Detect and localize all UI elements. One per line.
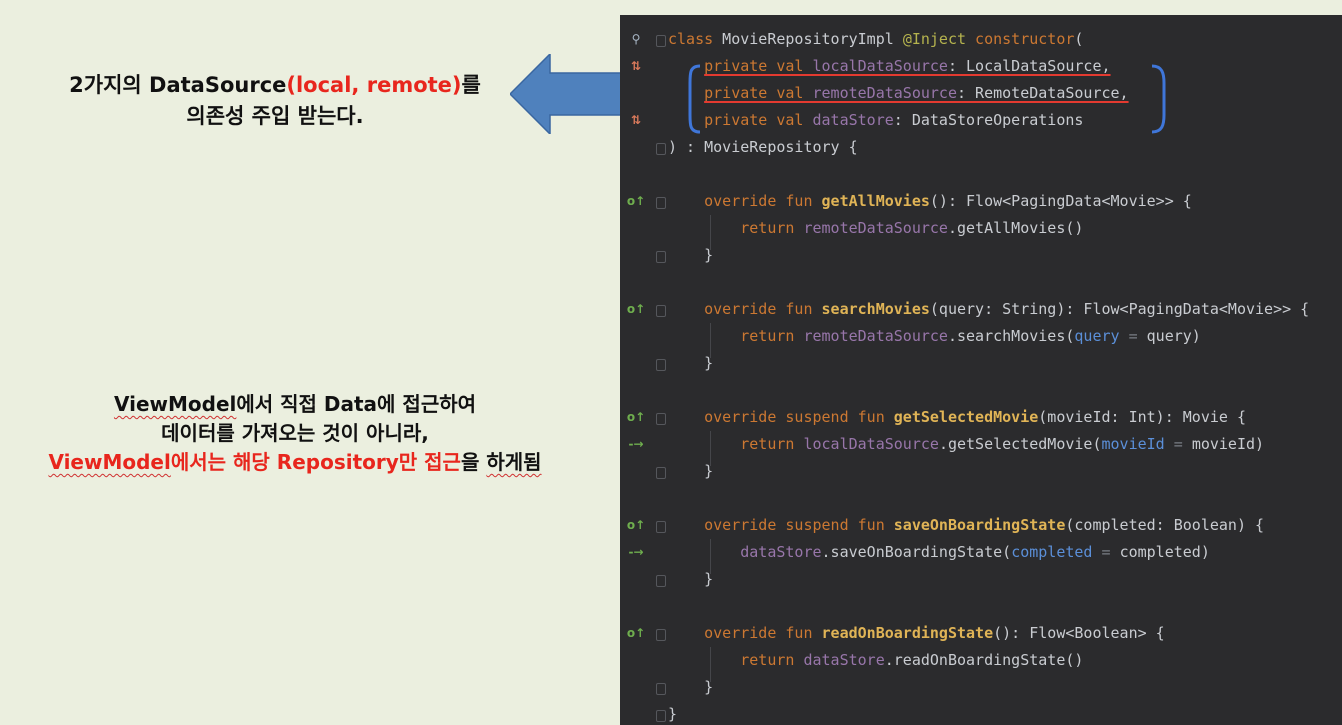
override-marker-icon[interactable]: o↑: [626, 515, 646, 535]
code-line-close-brace[interactable]: }: [668, 458, 713, 485]
code-line-getselectedmovie-body[interactable]: return localDataSource.getSelectedMovie(…: [668, 431, 1264, 458]
code-line-getallmovies-body[interactable]: return remoteDataSource.getAllMovies(): [668, 215, 1083, 242]
suspend-call-icon[interactable]: -→: [626, 542, 646, 562]
code-line-close-brace[interactable]: }: [668, 566, 713, 593]
code-line-getallmovies[interactable]: override fun getAllMovies(): Flow<Paging…: [668, 188, 1192, 215]
code-line-class-end[interactable]: }: [668, 701, 677, 725]
code-line-class-declaration[interactable]: class MovieRepositoryImpl @Inject constr…: [668, 26, 1083, 53]
annotation-line-3: ViewModel에서는 해당 Repository만 접근을 하게됨: [48, 450, 542, 474]
code-line-local-datasource[interactable]: private val localDataSource: LocalDataSo…: [668, 53, 1110, 80]
code-line-remote-datasource[interactable]: private val remoteDataSource: RemoteData…: [668, 80, 1128, 107]
fold-marker-icon[interactable]: [656, 251, 666, 263]
fold-marker-icon[interactable]: [656, 710, 666, 722]
code-line-readonboardingstate[interactable]: override fun readOnBoardingState(): Flow…: [668, 620, 1165, 647]
suspend-call-icon[interactable]: -→: [626, 434, 646, 454]
fold-marker-icon[interactable]: [656, 143, 666, 155]
code-line-saveonboardingstate[interactable]: override suspend fun saveOnBoardingState…: [668, 512, 1264, 539]
left-bracket-highlight: [688, 64, 701, 134]
fold-marker-icon[interactable]: [656, 629, 666, 641]
override-marker-icon[interactable]: o↑: [626, 191, 646, 211]
right-bracket-highlight: [1151, 64, 1166, 134]
hierarchy-icon[interactable]: ⚲: [626, 29, 646, 49]
fold-marker-icon[interactable]: [656, 197, 666, 209]
annotation-line-2: 의존성 주입 받는다.: [186, 104, 364, 128]
fold-marker-icon[interactable]: [656, 683, 666, 695]
code-line-readonboardingstate-body[interactable]: return dataStore.readOnBoardingState(): [668, 647, 1083, 674]
code-line-getselectedmovie[interactable]: override suspend fun getSelectedMovie(mo…: [668, 404, 1246, 431]
fold-marker-icon[interactable]: [656, 35, 666, 47]
code-line-datastore[interactable]: private val dataStore: DataStoreOperatio…: [668, 107, 1083, 134]
code-line-close-brace[interactable]: }: [668, 350, 713, 377]
code-line-close-brace[interactable]: }: [668, 674, 713, 701]
fold-marker-icon[interactable]: [656, 521, 666, 533]
code-line-searchmovies[interactable]: override fun searchMovies(query: String)…: [668, 296, 1309, 323]
code-line-searchmovies-body[interactable]: return remoteDataSource.searchMovies(que…: [668, 323, 1201, 350]
annotation-line-1: 2가지의 DataSource(local, remote)를: [69, 73, 481, 97]
fold-marker-icon[interactable]: [656, 467, 666, 479]
fold-marker-icon[interactable]: [656, 575, 666, 587]
fold-marker-icon[interactable]: [656, 413, 666, 425]
override-marker-icon[interactable]: o↑: [626, 407, 646, 427]
injection-icon[interactable]: ⇅: [626, 110, 646, 130]
code-editor[interactable]: ⚲ ⇅ ⇅ o↑ o↑ o↑ -→ o↑ -→ o↑ class MovieRe…: [620, 15, 1342, 725]
fold-marker-icon[interactable]: [656, 305, 666, 317]
injection-icon[interactable]: ⇅: [626, 56, 646, 76]
code-line-saveonboardingstate-body[interactable]: dataStore.saveOnBoardingState(completed …: [668, 539, 1210, 566]
annotation-line-2: 데이터를 가져오는 것이 아니라,: [161, 421, 429, 445]
fold-marker-icon[interactable]: [656, 359, 666, 371]
annotation-datasource-injection: 2가지의 DataSource(local, remote)를 의존성 주입 받…: [40, 70, 510, 132]
annotation-viewmodel-access: ViewModel에서 직접 Data에 접근하여 데이터를 가져오는 것이 아…: [10, 390, 580, 477]
annotation-line-1: ViewModel에서 직접 Data에 접근하여: [113, 392, 477, 416]
override-marker-icon[interactable]: o↑: [626, 299, 646, 319]
override-marker-icon[interactable]: o↑: [626, 623, 646, 643]
code-line-close-brace[interactable]: }: [668, 242, 713, 269]
code-line-repository-interface[interactable]: ) : MovieRepository {: [668, 134, 858, 161]
